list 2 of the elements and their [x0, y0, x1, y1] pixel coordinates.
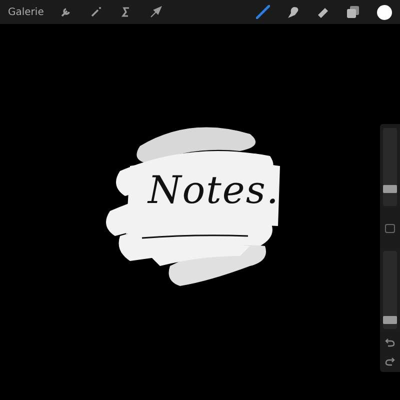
gallery-button[interactable]: Galerie [8, 6, 48, 18]
handwritten-note-text: Notes. [148, 168, 280, 212]
